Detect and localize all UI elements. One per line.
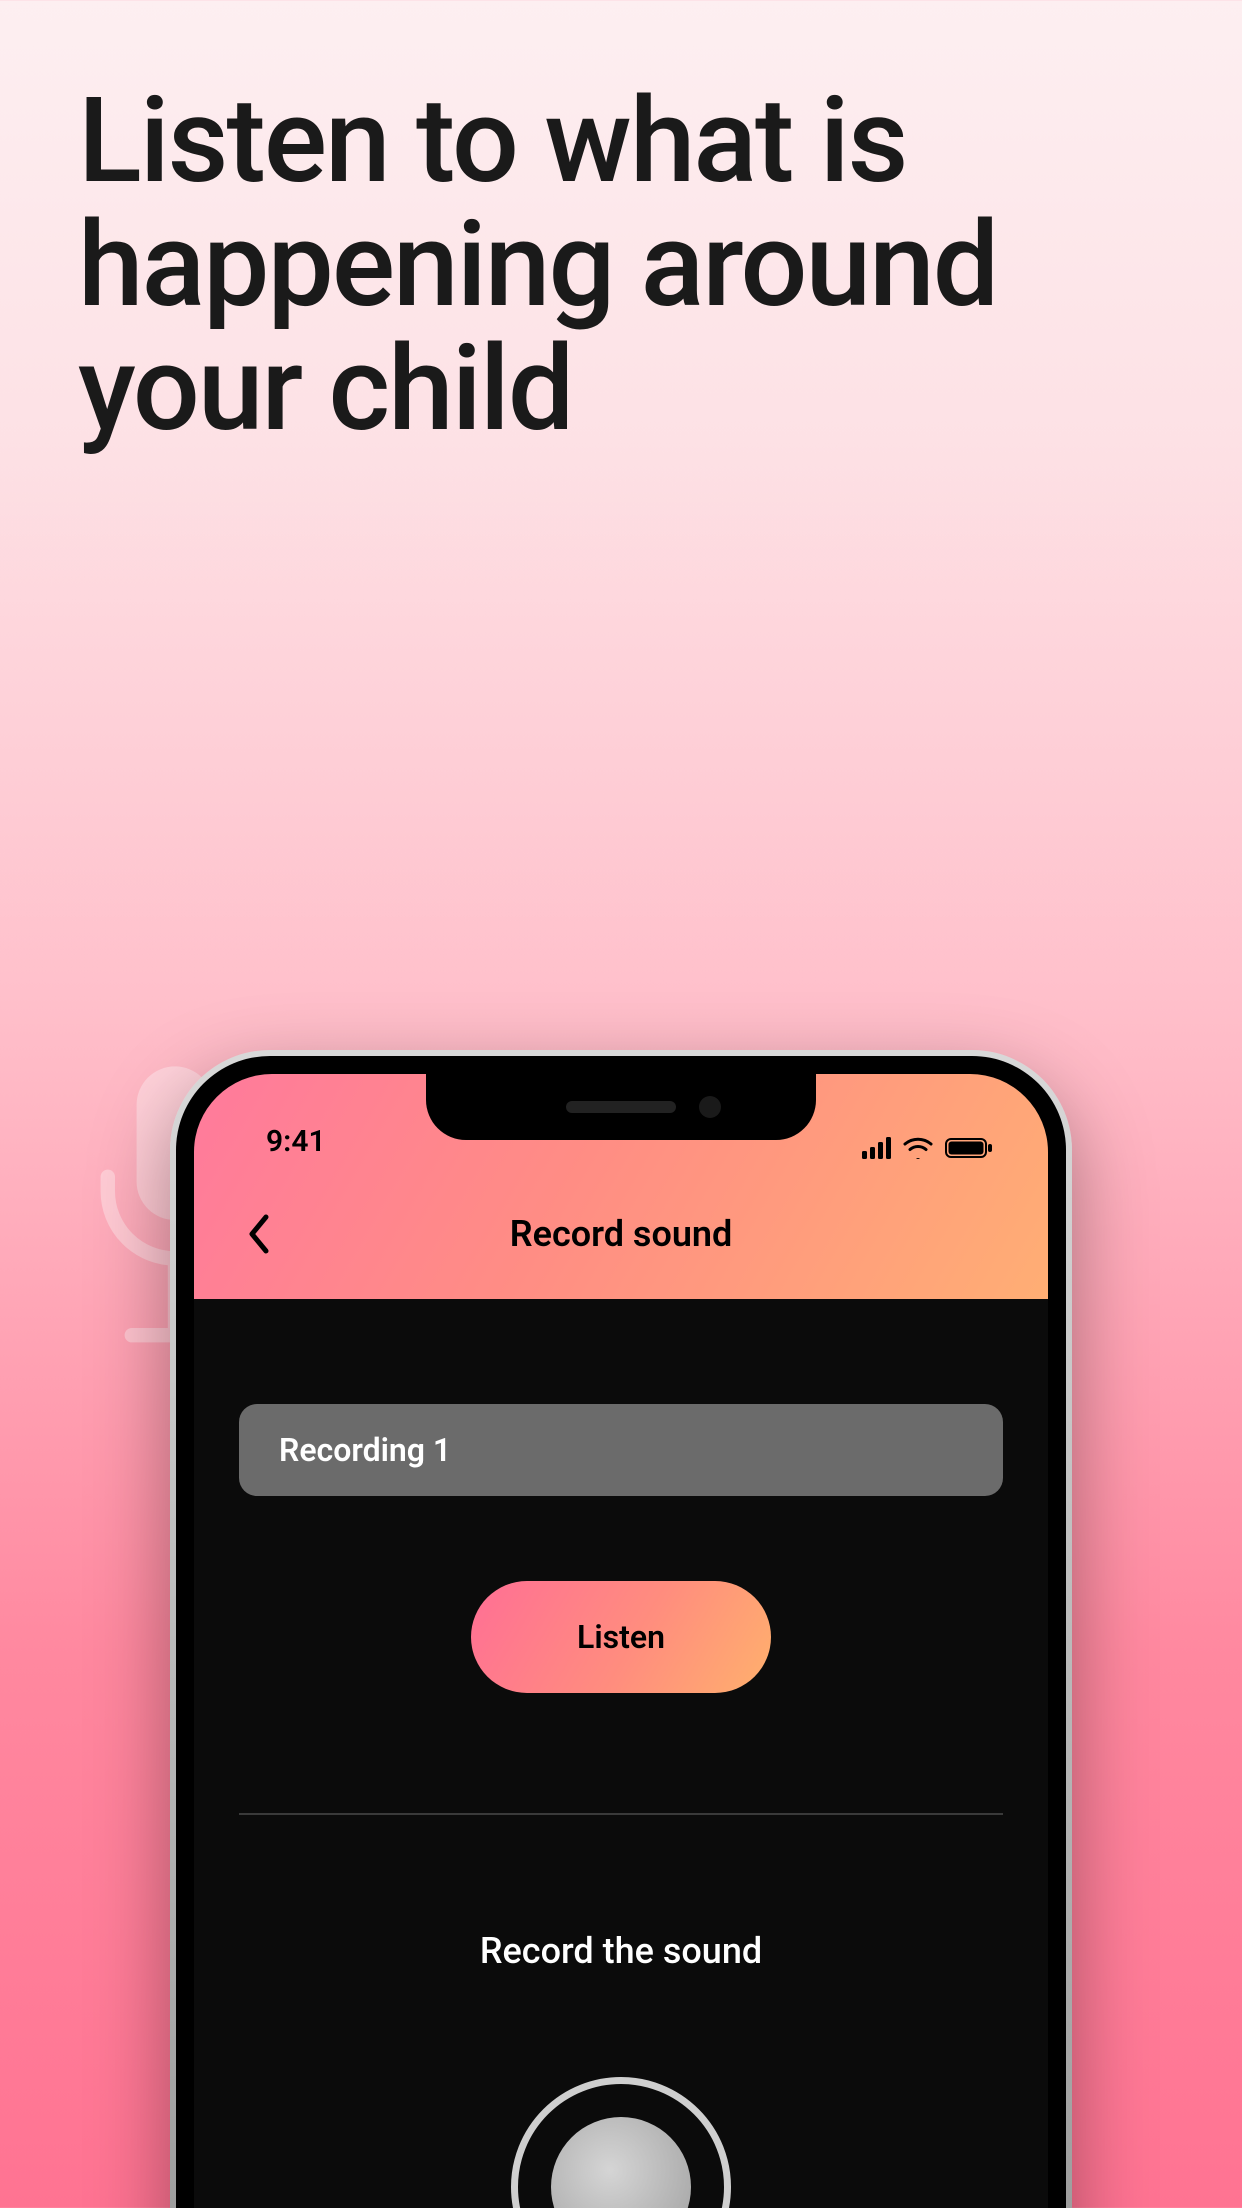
section-divider <box>239 1813 1003 1815</box>
record-section: Record the sound Start recording <box>239 1930 1003 2208</box>
device-notch <box>426 1074 816 1140</box>
notch-camera <box>699 1096 721 1118</box>
notch-speaker <box>566 1101 676 1113</box>
battery-icon <box>945 1137 993 1159</box>
screen-title: Record sound <box>510 1213 733 1255</box>
screen-body: Recording 1 Listen Record the sound <box>194 1404 1048 2208</box>
listen-button-label: Listen <box>577 1618 665 1656</box>
recording-item-label: Recording 1 <box>279 1431 451 1469</box>
phone-mockup: 9:41 <box>170 1050 1072 2208</box>
record-button[interactable] <box>511 2077 731 2208</box>
listen-button[interactable]: Listen <box>471 1581 771 1693</box>
recording-list-item[interactable]: Recording 1 <box>239 1404 1003 1496</box>
cellular-icon <box>862 1137 891 1159</box>
status-indicators <box>862 1137 993 1159</box>
phone-frame: 9:41 <box>176 1056 1066 2208</box>
chevron-left-icon <box>246 1213 272 1255</box>
nav-row: Record sound <box>194 1169 1048 1299</box>
record-dot-icon <box>551 2117 691 2208</box>
marketing-headline: Listen to what is happening around your … <box>78 80 1164 452</box>
listen-button-wrap: Listen <box>239 1581 1003 1693</box>
record-section-heading: Record the sound <box>480 1930 762 1972</box>
phone-bezel: 9:41 <box>170 1050 1072 2208</box>
status-time: 9:41 <box>256 1124 326 1159</box>
phone-screen: 9:41 <box>194 1074 1048 2208</box>
back-button[interactable] <box>234 1209 284 1259</box>
wifi-icon <box>903 1137 933 1159</box>
